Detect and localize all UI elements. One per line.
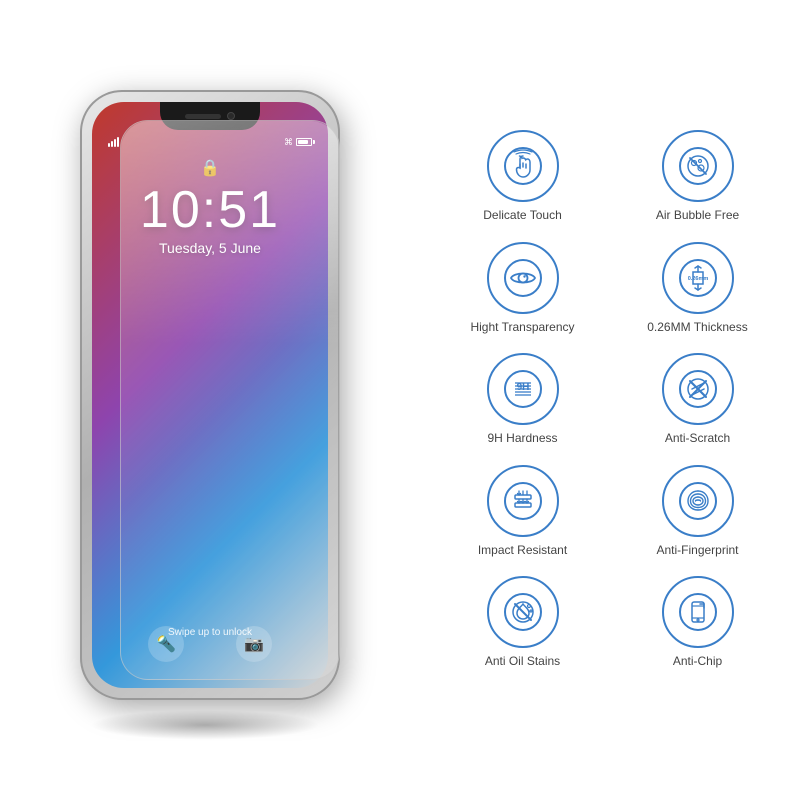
- anti-scratch-label: Anti-Scratch: [665, 431, 730, 447]
- signal-bar-3: [114, 139, 116, 147]
- swipe-up-text: Swipe up to unlock: [92, 627, 328, 638]
- phone-screen: ⌘ 🔒 10:51 Tuesday, 5 June 🔦 �: [92, 102, 328, 688]
- signal-bar-4: [117, 137, 119, 147]
- anti-scratch-icon-wrap: [662, 353, 734, 425]
- air-bubble-label: Air Bubble Free: [656, 208, 739, 224]
- phone-wrapper: ⌘ 🔒 10:51 Tuesday, 5 June 🔦 �: [60, 90, 360, 710]
- thickness-icon: 0.26mm: [678, 258, 718, 298]
- signal-bars: [108, 137, 119, 147]
- feature-high-transparency: Hight Transparency: [440, 242, 605, 336]
- fingerprint-label: Anti-Fingerprint: [656, 543, 738, 559]
- transparency-icon: [503, 258, 543, 298]
- anti-oil-icon-wrap: [487, 576, 559, 648]
- signal-bar-2: [111, 141, 113, 147]
- anti-oil-icon: [503, 592, 543, 632]
- 9h-label: 9H Hardness: [487, 431, 557, 447]
- svg-text:0.26mm: 0.26mm: [687, 276, 708, 282]
- fingerprint-icon-wrap: [662, 465, 734, 537]
- anti-oil-label: Anti Oil Stains: [485, 654, 560, 670]
- feature-delicate-touch: Delicate Touch: [440, 130, 605, 224]
- fingerprint-icon: [678, 481, 718, 521]
- air-bubble-icon: [678, 146, 718, 186]
- battery-fill: [298, 140, 308, 144]
- wifi-icon: ⌘: [284, 137, 293, 148]
- page-container: ⌘ 🔒 10:51 Tuesday, 5 June 🔦 �: [0, 0, 800, 800]
- air-bubble-icon-wrap: [662, 130, 734, 202]
- feature-anti-chip: Anti-Chip: [615, 576, 780, 670]
- anti-scratch-icon: [678, 369, 718, 409]
- delicate-touch-icon: [503, 146, 543, 186]
- feature-9h-hardness: 9H 9H Hardness: [440, 353, 605, 447]
- status-bar: ⌘: [92, 132, 328, 152]
- signal-bar-1: [108, 143, 110, 147]
- notch: [160, 102, 260, 130]
- status-icons: ⌘: [284, 137, 312, 148]
- anti-chip-icon-wrap: [662, 576, 734, 648]
- features-section: Delicate Touch Air Bubble: [420, 0, 800, 800]
- feature-air-bubble-free: Air Bubble Free: [615, 130, 780, 224]
- phone-section: ⌘ 🔒 10:51 Tuesday, 5 June 🔦 �: [0, 0, 420, 800]
- impact-icon: [503, 481, 543, 521]
- feature-impact-resistant: Impact Resistant: [440, 465, 605, 559]
- lock-icon: 🔒: [200, 158, 220, 178]
- 9h-icon: 9H: [503, 369, 543, 409]
- date-display: Tuesday, 5 June: [92, 240, 328, 256]
- feature-anti-oil: Anti Oil Stains: [440, 576, 605, 670]
- battery-tip: [313, 140, 315, 144]
- 9h-icon-wrap: 9H: [487, 353, 559, 425]
- impact-icon-wrap: [487, 465, 559, 537]
- time-display: 10:51: [92, 180, 328, 240]
- feature-thickness: 0.26mm 0.26MM Thickness: [615, 242, 780, 336]
- phone-shadow: [90, 710, 320, 740]
- transparency-icon-wrap: [487, 242, 559, 314]
- delicate-touch-label: Delicate Touch: [483, 208, 562, 224]
- thickness-icon-wrap: 0.26mm: [662, 242, 734, 314]
- thickness-label: 0.26MM Thickness: [647, 320, 747, 336]
- delicate-touch-icon-wrap: [487, 130, 559, 202]
- anti-chip-label: Anti-Chip: [673, 654, 722, 670]
- anti-chip-icon: [678, 592, 718, 632]
- notch-speaker: [185, 114, 221, 119]
- notch-camera: [227, 112, 235, 120]
- feature-anti-fingerprint: Anti-Fingerprint: [615, 465, 780, 559]
- svg-text:9H: 9H: [516, 382, 529, 393]
- feature-anti-scratch: Anti-Scratch: [615, 353, 780, 447]
- impact-label: Impact Resistant: [478, 543, 567, 559]
- features-grid: Delicate Touch Air Bubble: [440, 130, 780, 670]
- transparency-label: Hight Transparency: [470, 320, 574, 336]
- battery-icon: [296, 138, 312, 146]
